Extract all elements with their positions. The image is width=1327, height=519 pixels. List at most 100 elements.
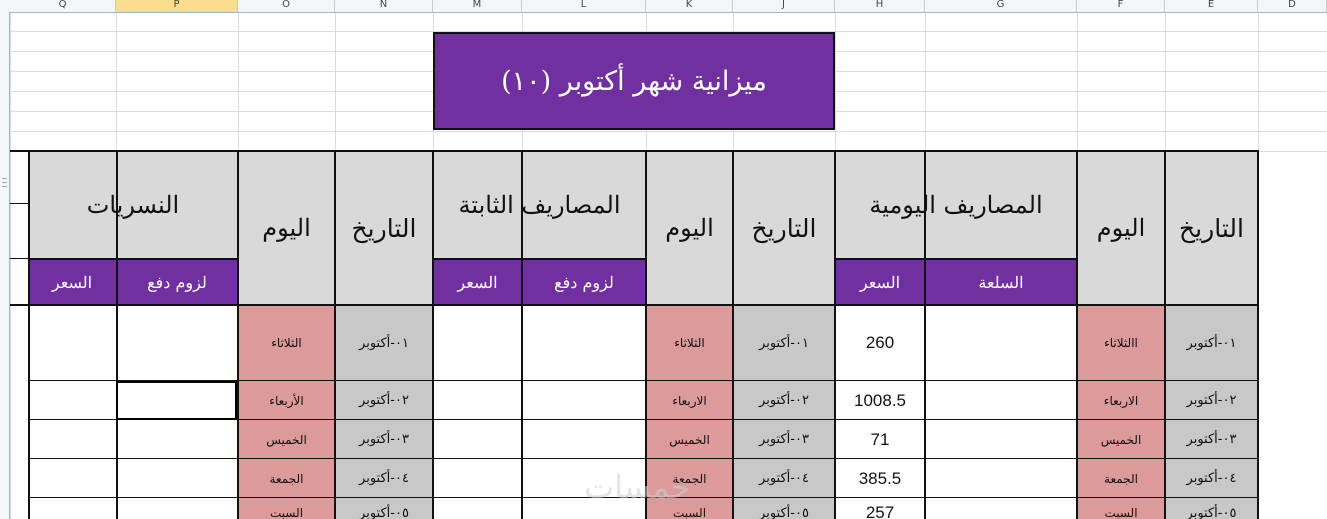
fixed-payment-cell[interactable] — [522, 420, 646, 459]
day-cell[interactable]: االثلاثاء — [1077, 305, 1165, 381]
daily-price-subheader[interactable]: السعر — [835, 259, 925, 305]
item-cell[interactable] — [925, 305, 1077, 381]
day-cell[interactable]: الثلاثاء — [238, 305, 335, 381]
transfers-payment-cell[interactable] — [116, 420, 238, 459]
gridline — [10, 131, 1327, 132]
column-header-p[interactable]: P — [116, 0, 238, 12]
border-line — [834, 150, 836, 519]
amount-cell-text: 71 — [870, 429, 890, 449]
budget-title[interactable]: ميزانية شهر أكتوبر (١٠) — [433, 32, 835, 130]
fixed-expenses-header[interactable]: المصاريف الثابتة — [433, 151, 646, 259]
day-cell[interactable]: الجمعة — [238, 459, 335, 498]
selected-cell[interactable] — [116, 381, 237, 420]
transfers-price-cell[interactable] — [28, 305, 116, 381]
date-header-label: التاريخ — [751, 213, 817, 243]
fixed-price-cell[interactable] — [433, 498, 522, 519]
date-header-left[interactable]: التاريخ — [335, 151, 433, 305]
amount-cell[interactable]: 1008.5 — [835, 381, 925, 420]
day-cell[interactable]: الجمعة — [1077, 459, 1165, 498]
date-cell[interactable]: ٠٥-أكتوبر — [733, 498, 835, 519]
column-header-q[interactable]: Q — [10, 0, 116, 12]
date-header-label: التاريخ — [1179, 213, 1244, 243]
transfers-price-subheader[interactable]: السعر — [28, 259, 116, 305]
day-cell-text: الخميس — [266, 432, 307, 447]
date-cell[interactable]: ٠٤-أكتوبر — [335, 459, 433, 498]
column-header-m[interactable]: M — [433, 0, 522, 12]
fixed-price-cell[interactable] — [433, 381, 522, 420]
day-header-mid[interactable]: اليوم — [646, 151, 733, 305]
item-cell[interactable] — [925, 381, 1077, 420]
amount-cell[interactable]: 71 — [835, 420, 925, 459]
border-line — [835, 258, 1077, 260]
column-header-f[interactable]: F — [1077, 0, 1165, 12]
day-header-right[interactable]: اليوم — [1077, 151, 1165, 305]
daily-expenses-header[interactable]: المصاريف اليومية — [835, 151, 1077, 259]
date-cell[interactable]: ٠١-أكتوبر — [335, 305, 433, 381]
date-header-right[interactable]: التاريخ — [1165, 151, 1258, 305]
column-header-j[interactable]: J — [733, 0, 835, 12]
item-cell[interactable] — [925, 498, 1077, 519]
date-cell-text: ٠٢-أكتوبر — [1186, 393, 1237, 408]
date-header-mid[interactable]: التاريخ — [733, 151, 835, 305]
column-header-g[interactable]: G — [925, 0, 1077, 12]
column-header-l[interactable]: L — [522, 0, 646, 12]
amount-cell[interactable]: 257 — [835, 498, 925, 519]
date-cell[interactable]: ٠١-أكتوبر — [1165, 305, 1258, 381]
fixed-payment-cell[interactable] — [522, 381, 646, 420]
fixed-price-cell[interactable] — [433, 459, 522, 498]
transfers-price-cell[interactable] — [28, 381, 116, 420]
column-header-d[interactable]: D — [1258, 0, 1327, 12]
date-cell[interactable]: ٠٢-أكتوبر — [335, 381, 433, 420]
date-cell-text: ٠٥-أكتوبر — [1186, 505, 1237, 519]
day-cell[interactable]: السبت — [238, 498, 335, 519]
date-cell[interactable]: ٠٢-أكتوبر — [733, 381, 835, 420]
day-cell[interactable]: الخميس — [1077, 420, 1165, 459]
item-cell[interactable] — [925, 420, 1077, 459]
day-cell-text: الثلاثاء — [674, 336, 705, 350]
day-cell[interactable]: الخميس — [238, 420, 335, 459]
item-subheader[interactable]: السلعة — [925, 259, 1077, 305]
transfers-header[interactable]: النسريات — [28, 151, 238, 259]
transfers-price-cell[interactable] — [28, 498, 116, 519]
date-cell[interactable]: ٠٣-أكتوبر — [733, 420, 835, 459]
spreadsheet-grid[interactable]: QPONMLKJHGFED ميزانية شهر أكتوبر (١٠) ال… — [0, 0, 1327, 519]
amount-cell[interactable]: 385.5 — [835, 459, 925, 498]
row-marker — [2, 182, 7, 183]
column-header-o[interactable]: O — [238, 0, 335, 12]
day-cell-text: الجمعة — [1104, 471, 1138, 486]
column-header-h[interactable]: H — [835, 0, 925, 12]
transfers-price-cell[interactable] — [28, 420, 116, 459]
date-cell[interactable]: ٠٤-أكتوبر — [1165, 459, 1258, 498]
day-cell[interactable]: الثلاثاء — [646, 305, 733, 381]
column-header-k[interactable]: K — [646, 0, 733, 12]
date-cell[interactable]: ٠٢-أكتوبر — [1165, 381, 1258, 420]
transfers-payment-cell[interactable] — [116, 498, 238, 519]
transfers-payment-subheader[interactable]: لزوم دفع — [116, 259, 238, 305]
date-cell[interactable]: ٠٣-أكتوبر — [335, 420, 433, 459]
date-cell[interactable]: ٠٥-أكتوبر — [335, 498, 433, 519]
fixed-payment-subheader[interactable]: لزوم دفع — [522, 259, 646, 305]
row-marker — [2, 178, 7, 179]
date-cell[interactable]: ٠٥-أكتوبر — [1165, 498, 1258, 519]
day-cell[interactable]: الاربعاء — [646, 381, 733, 420]
transfers-price-cell[interactable] — [28, 459, 116, 498]
day-cell[interactable]: السبت — [1077, 498, 1165, 519]
day-cell[interactable]: الأربعاء — [238, 381, 335, 420]
date-cell[interactable]: ٠١-أكتوبر — [733, 305, 835, 381]
transfers-payment-cell[interactable] — [116, 305, 238, 381]
day-cell[interactable]: الخميس — [646, 420, 733, 459]
amount-cell[interactable]: 260 — [835, 305, 925, 381]
column-header-n[interactable]: N — [335, 0, 433, 12]
transfers-payment-cell[interactable] — [116, 459, 238, 498]
item-cell[interactable] — [925, 459, 1077, 498]
fixed-price-cell[interactable] — [433, 305, 522, 381]
fixed-price-cell[interactable] — [433, 420, 522, 459]
date-cell-text: ٠٥-أكتوبر — [759, 505, 809, 519]
column-header-e[interactable]: E — [1165, 0, 1258, 12]
fixed-payment-cell[interactable] — [522, 305, 646, 381]
date-cell[interactable]: ٠٤-أكتوبر — [733, 459, 835, 498]
day-header-left[interactable]: اليوم — [238, 151, 335, 305]
date-cell[interactable]: ٠٣-أكتوبر — [1165, 420, 1258, 459]
fixed-price-subheader[interactable]: السعر — [433, 259, 522, 305]
day-cell[interactable]: الاربعاء — [1077, 381, 1165, 420]
